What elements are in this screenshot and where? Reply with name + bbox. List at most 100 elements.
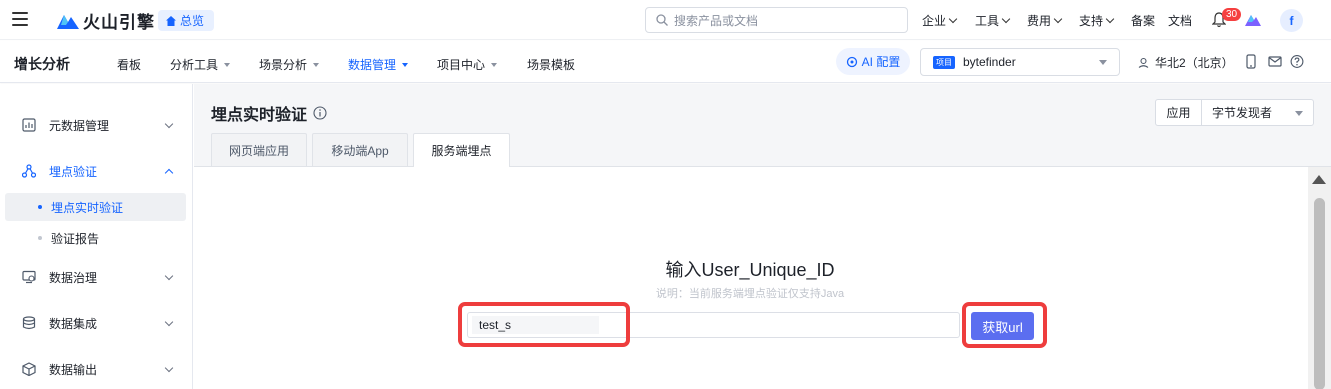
highlight-box	[962, 302, 1047, 348]
sidebar-item-integration[interactable]: 数据集成	[0, 303, 193, 343]
product-nav-bar: 增长分析 看板 分析工具 场景分析 数据管理 项目中心 场景模板 AI 配置 项…	[0, 41, 1331, 83]
sidebar-item-tracking-validation[interactable]: 埋点验证	[0, 151, 193, 191]
nav-support[interactable]: 支持	[1079, 12, 1115, 29]
governance-icon	[22, 270, 36, 284]
caret-down-icon	[1295, 111, 1303, 116]
sidebar-item-output[interactable]: 数据输出	[0, 349, 193, 389]
overview-button[interactable]: 总览	[158, 10, 215, 31]
nav-billing[interactable]: 费用	[1027, 12, 1063, 29]
bullet-icon	[38, 236, 42, 240]
sidebar-label: 元数据管理	[49, 118, 110, 133]
chevron-down-icon	[948, 14, 958, 24]
menu-icon[interactable]	[12, 12, 28, 26]
ai-config-label: AI 配置	[861, 55, 901, 69]
database-icon	[22, 316, 36, 330]
metadata-icon	[22, 118, 36, 132]
nav-tools[interactable]: 工具	[975, 12, 1011, 29]
subnav-label: 场景分析	[259, 58, 308, 72]
nav-enterprise[interactable]: 企业	[922, 12, 958, 29]
mountain-icon[interactable]	[1245, 12, 1261, 26]
caret-down-icon	[1099, 60, 1107, 65]
tab-web-app[interactable]: 网页端应用	[211, 133, 307, 166]
cube-icon	[22, 362, 36, 376]
sidebar-label: 数据治理	[49, 270, 98, 285]
tab-mobile-app[interactable]: 移动端App	[312, 133, 408, 166]
caret-down-icon	[402, 62, 409, 67]
project-tag: 项目	[933, 55, 955, 69]
search-placeholder: 搜索产品或文档	[674, 13, 759, 28]
project-name: bytefinder	[963, 55, 1016, 69]
nav-label: 工具	[975, 14, 1000, 28]
app-title: 增长分析	[14, 56, 70, 72]
sidebar-item-governance[interactable]: 数据治理	[0, 257, 193, 297]
mobile-icon[interactable]	[1244, 54, 1258, 69]
sidebar-sublabel: 埋点实时验证	[51, 200, 124, 215]
subnav-label: 项目中心	[437, 58, 486, 72]
project-select[interactable]: 项目 bytefinder	[920, 48, 1120, 76]
chevron-down-icon	[1053, 14, 1063, 24]
tab-server-tracking[interactable]: 服务端埋点	[413, 133, 510, 167]
panel-description: 说明：当前服务端埋点验证仅支持Java	[655, 288, 845, 300]
subnav-label: 数据管理	[348, 58, 397, 72]
subnav-label: 分析工具	[170, 58, 219, 72]
app-select-label: 应用	[1156, 100, 1202, 125]
avatar[interactable]: f	[1280, 9, 1303, 32]
info-icon[interactable]	[313, 106, 327, 120]
sidebar-label: 埋点验证	[49, 164, 98, 179]
chevron-down-icon	[1105, 14, 1115, 24]
notification-badge: 30	[1222, 8, 1242, 21]
nav-filing[interactable]: 备案	[1131, 12, 1155, 29]
sidebar-subitem-validation-report[interactable]: 验证报告	[5, 224, 186, 252]
sidebar-label: 数据输出	[49, 362, 98, 377]
page-title: 埋点实时验证	[211, 101, 327, 125]
scroll-up-icon[interactable]	[1312, 175, 1326, 184]
scrollbar-thumb[interactable]	[1314, 198, 1325, 389]
ai-sparkle-icon	[846, 56, 857, 67]
nav-label: 备案	[1131, 14, 1156, 28]
tab-label: 移动端App	[331, 143, 389, 158]
app-select-value: 字节发现者	[1212, 106, 1273, 120]
sidebar: 元数据管理 埋点验证 埋点实时验证 验证报告 数据治理 数据集成 数据输出	[0, 84, 193, 389]
subnav-project-center[interactable]: 项目中心	[437, 56, 498, 73]
ai-config-button[interactable]: AI 配置	[836, 48, 910, 75]
search-icon	[656, 14, 668, 26]
subnav-scenario-templates[interactable]: 场景模板	[527, 56, 575, 73]
chevron-down-icon	[164, 317, 174, 326]
nav-label: 费用	[1027, 14, 1052, 28]
subnav-label: 看板	[117, 58, 142, 72]
chevron-down-icon	[1001, 14, 1011, 24]
tracking-icon	[22, 164, 36, 178]
caret-down-icon	[491, 62, 498, 67]
caret-down-icon	[224, 62, 231, 67]
main-content: 埋点实时验证 应用 字节发现者 网页端应用 移动端App 服务端埋点 输入Use…	[194, 84, 1331, 389]
chevron-down-icon	[164, 119, 174, 128]
overview-label: 总览	[180, 14, 205, 28]
help-icon[interactable]	[1290, 54, 1304, 69]
subnav-dashboard[interactable]: 看板	[117, 56, 141, 73]
nav-label: 企业	[922, 14, 947, 28]
sidebar-item-metadata[interactable]: 元数据管理	[0, 105, 193, 145]
home-icon	[166, 15, 176, 26]
search-input[interactable]: 搜索产品或文档	[645, 7, 908, 33]
tab-label: 服务端埋点	[431, 144, 492, 158]
subnav-analysis-tools[interactable]: 分析工具	[170, 56, 231, 73]
scrollbar[interactable]	[1308, 167, 1331, 389]
highlight-box	[458, 302, 630, 347]
region-label: 华北2（北京）	[1155, 56, 1234, 70]
sidebar-label: 数据集成	[49, 316, 98, 331]
sidebar-subitem-realtime-validation[interactable]: 埋点实时验证	[5, 193, 186, 221]
mail-icon[interactable]	[1268, 54, 1282, 69]
logo[interactable]: 火山引擎	[57, 8, 155, 32]
nav-docs[interactable]: 文档	[1168, 12, 1192, 29]
subnav-scenario-analysis[interactable]: 场景分析	[259, 56, 320, 73]
nav-label: 文档	[1168, 14, 1193, 28]
chevron-down-icon	[164, 363, 174, 372]
logo-text: 火山引擎	[83, 12, 155, 32]
app-select[interactable]: 应用 字节发现者	[1155, 99, 1314, 126]
subnav-data-management[interactable]: 数据管理	[348, 56, 409, 73]
region-select[interactable]: 华北2（北京）	[1138, 54, 1234, 71]
subnav-label: 场景模板	[527, 58, 576, 72]
bullet-icon	[38, 205, 42, 209]
location-icon	[1138, 57, 1149, 68]
validation-panel: 输入User_Unique_ID 说明：当前服务端埋点验证仅支持Java tes…	[194, 166, 1331, 389]
